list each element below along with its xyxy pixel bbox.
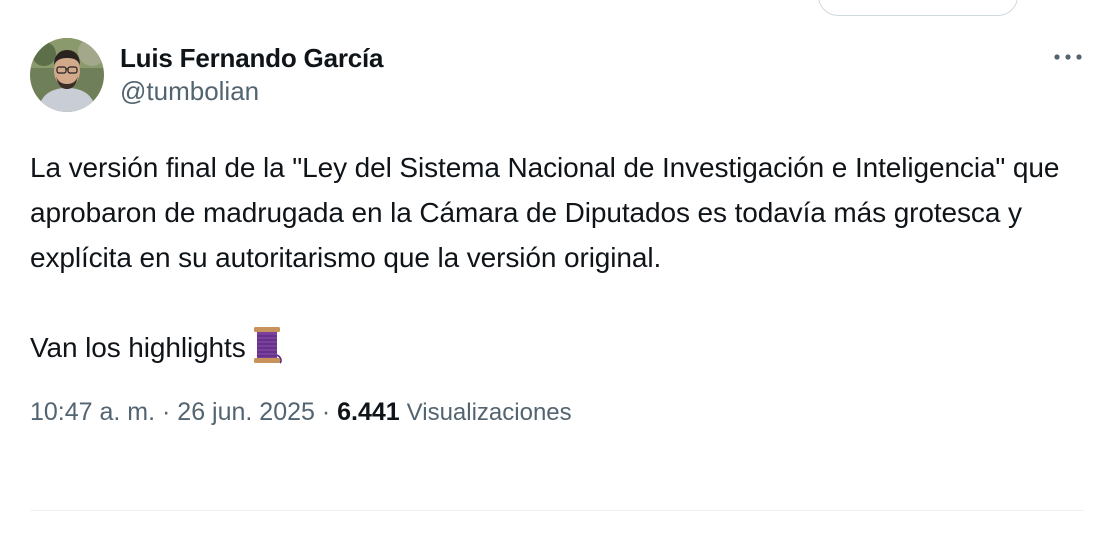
tweet-meta: 10:47 a. m. · 26 jun. 2025 · 6.441 Visua… (30, 395, 1086, 430)
meta-separator: · (155, 398, 178, 426)
tweet-text: La versión final de la "Ley del Sistema … (30, 145, 1080, 370)
more-horizontal-icon (1054, 54, 1082, 60)
tweet-header: Luis Fernando García @tumbolian (30, 38, 1086, 116)
top-pill-button[interactable] (818, 0, 1018, 16)
tweet-time[interactable]: 10:47 a. m. (30, 398, 155, 426)
tweet-paragraph: La versión final de la "Ley del Sistema … (30, 152, 1060, 273)
author-names: Luis Fernando García @tumbolian (120, 42, 383, 108)
tweet-date[interactable]: 26 jun. 2025 (177, 398, 315, 426)
tweet: Luis Fernando García @tumbolian La versi… (30, 38, 1086, 430)
avatar[interactable] (30, 38, 104, 112)
avatar-photo (30, 38, 104, 112)
thread-spool-emoji-icon (250, 325, 284, 365)
divider (30, 510, 1084, 511)
views-count: 6.441 (337, 398, 400, 426)
more-options-button[interactable] (1048, 42, 1088, 72)
meta-separator: · (314, 398, 338, 426)
author-handle[interactable]: @tumbolian (120, 74, 383, 108)
views-label: Visualizaciones (406, 399, 572, 426)
tweet-paragraph: Van los highlights (30, 325, 1080, 370)
author-display-name[interactable]: Luis Fernando García (120, 42, 383, 74)
tweet-paragraph-text: Van los highlights (30, 332, 246, 363)
